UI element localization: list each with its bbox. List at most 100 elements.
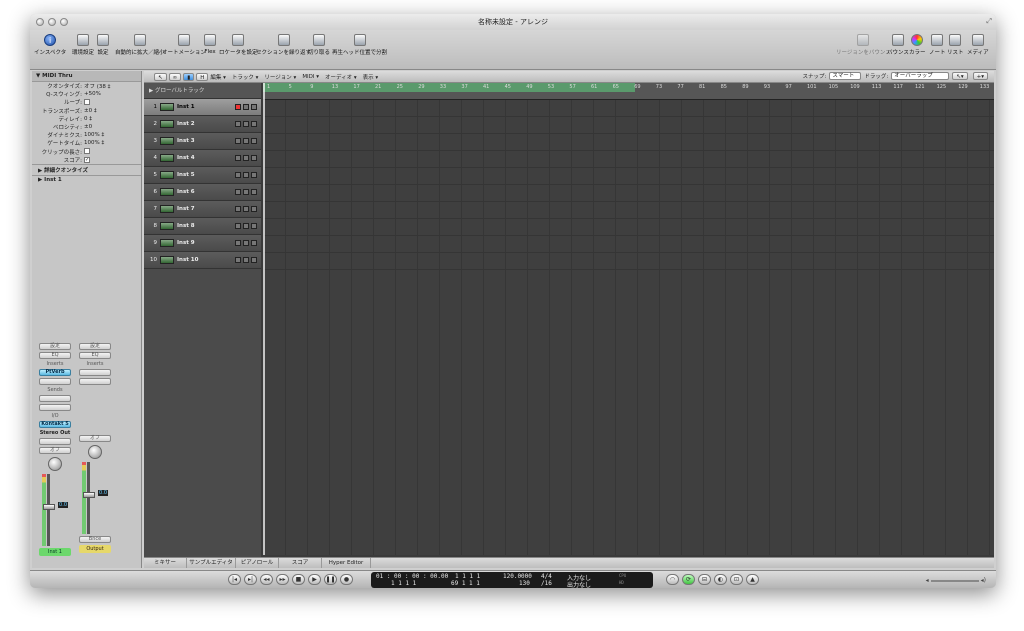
automation-mode[interactable]: オフ (79, 435, 111, 442)
track-name[interactable]: Inst 10 (177, 257, 235, 263)
mute-icon[interactable] (243, 257, 249, 263)
playhead[interactable] (263, 83, 265, 555)
insert-slot-empty[interactable] (79, 369, 111, 376)
channel-name[interactable]: Output (79, 545, 111, 553)
group-slot[interactable] (39, 438, 71, 445)
record-enable-icon[interactable] (235, 155, 241, 161)
track-name[interactable]: Inst 4 (177, 155, 235, 161)
send-slot[interactable] (39, 395, 71, 402)
solo-icon[interactable] (251, 240, 257, 246)
record-enable-icon[interactable] (235, 121, 241, 127)
record-enable-icon[interactable] (235, 189, 241, 195)
mute-icon[interactable] (243, 138, 249, 144)
tab-piano-roll[interactable]: ピアノロール (236, 558, 279, 568)
volume-fader[interactable]: 0.0 (42, 474, 68, 546)
metronome-icon[interactable]: ▲ (746, 574, 759, 585)
track-lane[interactable] (263, 253, 994, 270)
track-header[interactable]: 10 Inst 10 (144, 252, 261, 269)
pointer-tool-icon[interactable]: ↖ (154, 72, 167, 81)
pan-knob[interactable] (48, 457, 62, 471)
insert-slot-empty[interactable] (39, 378, 71, 385)
output-slot[interactable]: Stereo Out (38, 430, 72, 436)
tab-hyper-editor[interactable]: Hyper Editor (322, 558, 371, 568)
insert-slot-ptverb[interactable]: PtVerb (39, 369, 71, 376)
rewind-icon[interactable]: ◂◂ (260, 574, 273, 585)
mute-icon[interactable] (243, 240, 249, 246)
stop-icon[interactable]: ■ (292, 574, 305, 585)
catch-icon[interactable]: ▮ (183, 72, 195, 81)
insert-slot-empty[interactable] (79, 378, 111, 385)
track-name[interactable]: Inst 2 (177, 121, 235, 127)
close-icon[interactable] (36, 18, 44, 26)
bounce-region-button[interactable]: リージョンをバウンス (836, 34, 891, 56)
track-header[interactable]: 9 Inst 9 (144, 235, 261, 252)
track-lane[interactable] (263, 185, 994, 202)
fullscreen-icon[interactable]: ⤢ (986, 17, 992, 26)
minimize-icon[interactable] (48, 18, 56, 26)
solo-icon[interactable] (251, 121, 257, 127)
automation-mode[interactable]: オフ (39, 447, 71, 454)
clip-length-checkbox[interactable] (84, 148, 90, 155)
media-button[interactable]: メディア (967, 34, 989, 56)
record-enable-icon[interactable] (235, 206, 241, 212)
settings-slot[interactable]: 設定 (39, 343, 71, 350)
solo-icon[interactable] (251, 104, 257, 110)
record-icon[interactable]: ● (340, 574, 353, 585)
zoom-icon[interactable] (60, 18, 68, 26)
track-header[interactable]: 6 Inst 6 (144, 184, 261, 201)
colors-button[interactable]: カラー (909, 34, 926, 56)
global-tracks[interactable]: ▶ グローバルトラック (144, 83, 261, 99)
solo-icon[interactable] (251, 257, 257, 263)
mute-icon[interactable] (243, 172, 249, 178)
cycle-region[interactable] (263, 83, 635, 92)
preferences-button[interactable]: 環境設定 (72, 34, 94, 56)
track-lane[interactable] (263, 236, 994, 253)
inspector-button[interactable]: i インスペクタ (34, 34, 66, 56)
set-locators-button[interactable]: ロケータを設定 (219, 34, 258, 56)
auto-zoom-button[interactable]: 自動的に拡大／縮小 (115, 34, 165, 56)
division[interactable]: /16 (541, 580, 552, 587)
track-lanes[interactable] (263, 100, 994, 555)
param-dynamics[interactable]: ダイナミクス: 100% ‡ (32, 131, 141, 139)
mute-icon[interactable] (243, 206, 249, 212)
settings-slot[interactable]: 設定 (79, 343, 111, 350)
input-slot[interactable]: Kontakt 5 (39, 421, 71, 428)
solo-icon[interactable] (251, 223, 257, 229)
link-icon[interactable]: ∞ (168, 72, 182, 81)
param-clip-length[interactable]: クリップの長さ: (32, 148, 141, 156)
record-enable-icon[interactable] (235, 257, 241, 263)
track-header[interactable]: 4 Inst 4 (144, 150, 261, 167)
track-lane[interactable] (263, 219, 994, 236)
track-name[interactable]: Inst 9 (177, 240, 235, 246)
fast-forward-icon[interactable]: ▸▸ (276, 574, 289, 585)
param-loop[interactable]: ループ: (32, 98, 141, 106)
mute-icon[interactable] (243, 189, 249, 195)
track-lane[interactable] (263, 151, 994, 168)
track-name[interactable]: Inst 1 (177, 104, 235, 110)
sync-icon[interactable]: ⊡ (730, 574, 743, 585)
send-slot[interactable] (39, 404, 71, 411)
settings-button[interactable]: 設定 (97, 34, 109, 56)
track-name[interactable]: Inst 7 (177, 206, 235, 212)
score-checkbox[interactable]: ✓ (84, 156, 90, 163)
master-volume[interactable]: ◂ ◂) (926, 577, 986, 584)
lists-button[interactable]: リスト (947, 34, 964, 56)
split-at-playhead-button[interactable]: 再生ヘッド位置で分割 (332, 34, 387, 56)
param-quantize[interactable]: クオンタイズ: オフ (38 ‡ (32, 82, 141, 90)
automation-button[interactable]: オートメーション (162, 34, 206, 56)
bounce-button[interactable]: バウンス (887, 34, 909, 56)
pointer-tool-menu[interactable]: ↖▾ (952, 72, 968, 80)
record-enable-icon[interactable] (235, 104, 241, 110)
smpte-position[interactable]: 01 : 00 : 00 : 00.00 (376, 573, 448, 580)
channel-name[interactable]: Inst 1 (39, 548, 71, 556)
track-lane[interactable] (263, 100, 994, 117)
track-header[interactable]: 1 Inst 1 (144, 99, 261, 116)
output-volume-fader[interactable]: 0.0 (82, 462, 108, 534)
tempo-display[interactable]: 120.0000 (503, 573, 532, 580)
hide-icon[interactable]: H (196, 72, 209, 81)
pause-icon[interactable]: ❚❚ (324, 574, 337, 585)
solo-icon[interactable] (251, 138, 257, 144)
record-enable-icon[interactable] (235, 223, 241, 229)
track-name[interactable]: Inst 5 (177, 172, 235, 178)
param-gate-time[interactable]: ゲートタイム: 100% ‡ (32, 139, 141, 147)
